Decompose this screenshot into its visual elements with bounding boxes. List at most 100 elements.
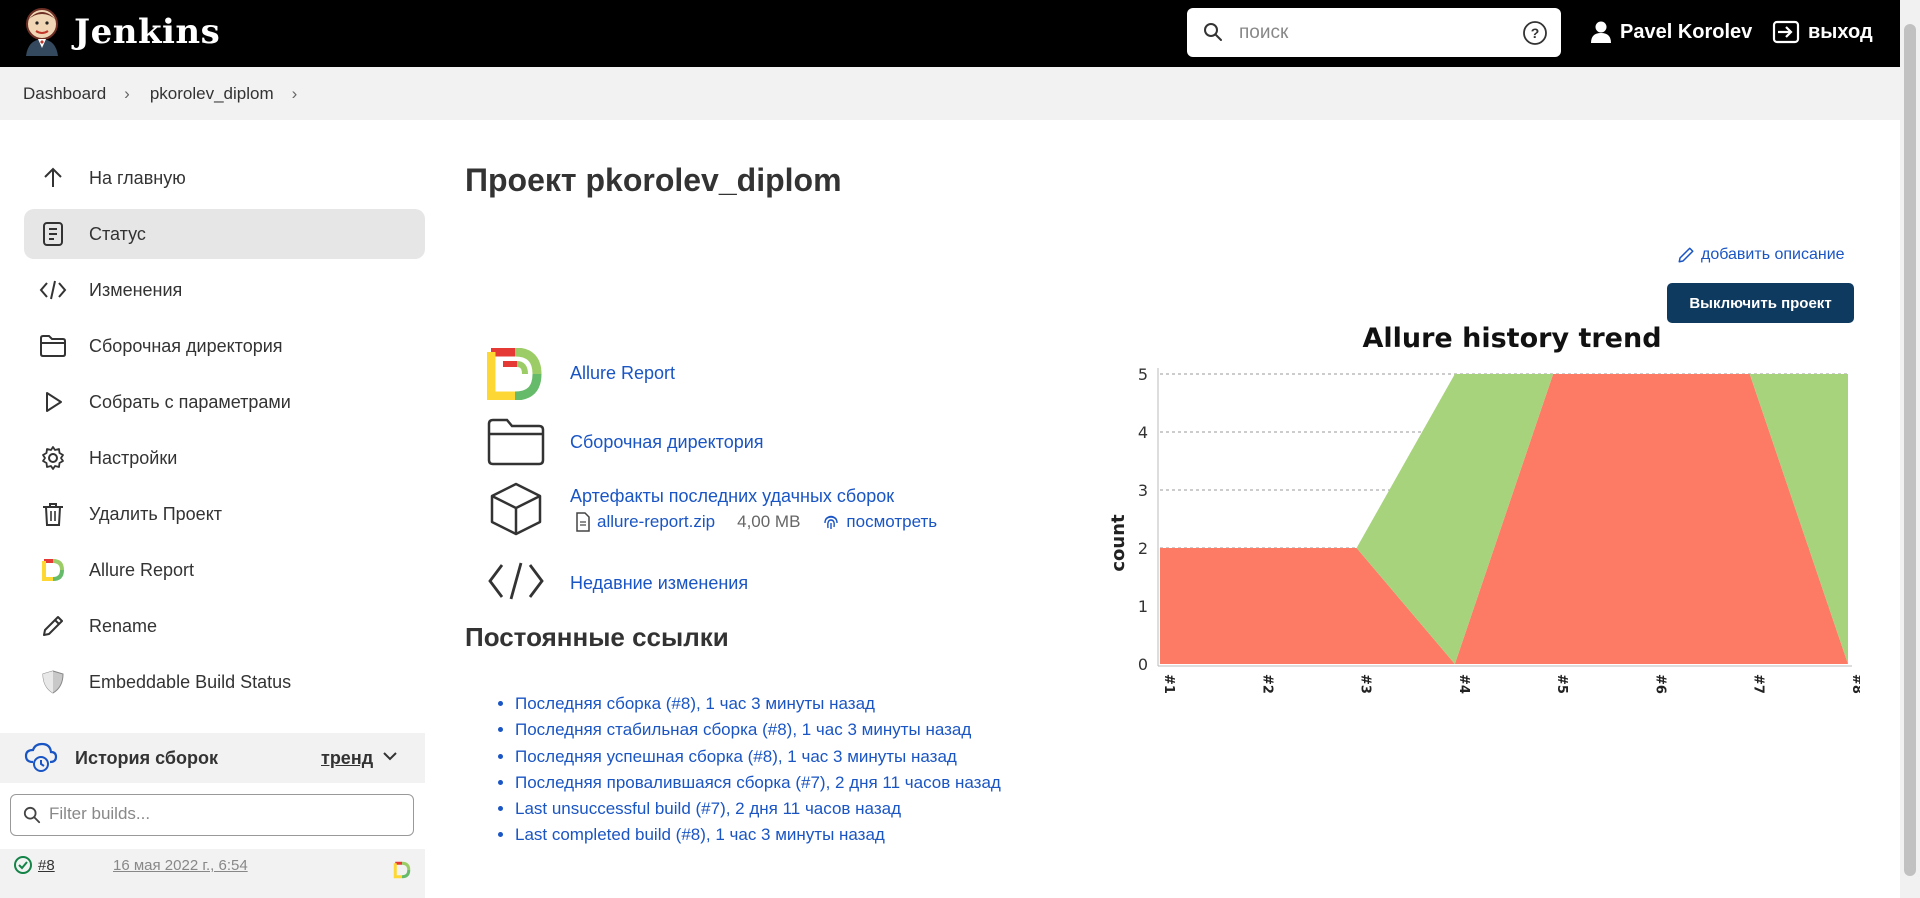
pencil-icon <box>1678 247 1694 263</box>
trash-icon <box>38 499 68 529</box>
sidebar-item-label: Изменения <box>89 279 183 300</box>
chart-y-tick-label: 5 <box>1138 365 1148 384</box>
chart-x-tick-label: #4 <box>1456 674 1471 694</box>
permalink-item[interactable]: Последняя стабильная сборка (#8), 1 час … <box>515 717 1001 743</box>
sidebar-item-label: Allure Report <box>89 559 195 580</box>
sidebar-item-label: Удалить Проект <box>89 503 223 524</box>
code-icon[interactable] <box>487 561 545 601</box>
chart-x-tick-label: #2 <box>1259 674 1274 694</box>
add-description-label: добавить описание <box>1701 246 1845 263</box>
allure-history-trend-chart[interactable]: Allure history trend 0 1 2 3 4 5 #1 #2 #3 #4 #5 #6 #7… <box>1100 318 1860 710</box>
build-date-link[interactable]: 16 мая 2022 г., 6:54 <box>113 857 248 874</box>
top-header: Jenkins ? Pavel Korolev выход <box>0 0 1900 67</box>
chart-y-tick-label: 2 <box>1138 539 1148 558</box>
jenkins-butler-icon <box>26 8 58 56</box>
chart-y-tick-label: 1 <box>1138 597 1148 616</box>
allure-report-link[interactable]: Allure Report <box>570 363 675 384</box>
sidebar-item-label: Статус <box>89 223 146 244</box>
logout-icon <box>1772 20 1800 44</box>
last-successful-artifacts-link[interactable]: Артефакты последних удачных сборок <box>570 486 894 507</box>
arrow-up-icon <box>38 163 68 193</box>
permalink-item[interactable]: Последняя успешная сборка (#8), 1 час 3 … <box>515 744 1001 770</box>
permalink-item[interactable]: Последняя сборка (#8), 1 час 3 минуты на… <box>515 691 1001 717</box>
package-icon[interactable] <box>489 481 543 537</box>
permalink-item[interactable]: Last completed build (#8), 1 час 3 минут… <box>515 822 1001 848</box>
sidebar-item-status[interactable]: Статус <box>24 209 425 259</box>
filter-builds-input[interactable] <box>49 804 399 824</box>
add-description-link[interactable]: добавить описание <box>1677 246 1845 264</box>
sidebar-item-label: Сборочная директория <box>89 335 283 356</box>
search-box[interactable]: ? <box>1187 8 1561 57</box>
permalinks-list: Последняя сборка (#8), 1 час 3 минуты на… <box>515 691 1001 849</box>
shield-icon <box>38 667 68 697</box>
chart-x-tick-label: #1 <box>1161 674 1176 694</box>
chevron-right-icon[interactable]: › <box>124 84 130 104</box>
disable-project-button[interactable]: Выключить проект <box>1667 283 1854 323</box>
sidebar-item-home[interactable]: На главную <box>24 153 425 203</box>
app-name: Jenkins <box>74 12 221 52</box>
logout-label: выход <box>1808 20 1873 43</box>
breadcrumb-dashboard[interactable]: Dashboard <box>23 84 106 104</box>
page-title: Проект pkorolev_diplom <box>465 162 842 198</box>
search-icon <box>1204 23 1222 41</box>
chart-x-tick-label: #5 <box>1554 674 1569 694</box>
workspace-link[interactable]: Сборочная директория <box>570 432 764 453</box>
search-icon <box>23 806 41 824</box>
scrollbar-thumb[interactable] <box>1904 24 1916 876</box>
sidebar-item-allure[interactable]: Allure Report <box>24 545 425 595</box>
sidebar-item-rename[interactable]: Rename <box>24 601 425 651</box>
artifact-file-link[interactable]: allure-report.zip <box>597 512 715 532</box>
breadcrumb-project[interactable]: pkorolev_diplom <box>150 84 274 104</box>
breadcrumb: Dashboard › pkorolev_diplom › <box>0 67 1900 120</box>
chart-y-axis-label: count <box>1108 514 1129 572</box>
sidebar: На главную Статус Изменения Сборочная ди… <box>0 120 425 898</box>
build-number-link[interactable]: #8 <box>38 857 55 874</box>
chart-x-tick-label: #8 <box>1849 674 1860 694</box>
svg-text:?: ? <box>1531 25 1540 41</box>
sidebar-item-label: Собрать с параметрами <box>89 391 291 412</box>
fingerprint-icon[interactable] <box>822 513 840 531</box>
sidebar-item-settings[interactable]: Настройки <box>24 433 425 483</box>
build-history-header: История сборок тренд <box>0 733 425 783</box>
pencil-icon <box>38 611 68 641</box>
allure-icon[interactable] <box>393 861 411 879</box>
sidebar-item-delete[interactable]: Удалить Проект <box>24 489 425 539</box>
chart-y-tick-label: 0 <box>1138 655 1148 674</box>
folder-icon[interactable] <box>487 418 545 466</box>
allure-icon[interactable] <box>487 348 543 400</box>
chart-x-tick-label: #7 <box>1751 674 1766 694</box>
user-name: Pavel Korolev <box>1620 20 1753 43</box>
jenkins-logo[interactable]: Jenkins <box>22 6 220 58</box>
chart-y-tick-label: 4 <box>1138 423 1148 442</box>
sidebar-item-label: Rename <box>89 615 158 636</box>
recent-changes-link[interactable]: Недавние изменения <box>570 573 748 594</box>
sidebar-item-label: На главную <box>89 167 186 188</box>
sidebar-item-build-with-params[interactable]: Собрать с параметрами <box>24 377 425 427</box>
chart-x-tick-label: #6 <box>1652 674 1667 694</box>
filter-builds-box[interactable] <box>10 794 414 836</box>
permalink-item[interactable]: Последняя провалившаяся сборка (#7), 2 д… <box>515 770 1001 796</box>
sidebar-item-changes[interactable]: Изменения <box>24 265 425 315</box>
search-input[interactable] <box>1239 20 1499 46</box>
chart-title: Allure history trend <box>1362 323 1661 354</box>
vertical-scrollbar[interactable] <box>1900 0 1920 898</box>
artifact-view-link[interactable]: посмотреть <box>846 512 937 532</box>
trend-link[interactable]: тренд <box>321 748 373 769</box>
user-menu[interactable]: Pavel Korolev <box>1590 20 1752 44</box>
chevron-down-icon[interactable] <box>382 750 398 762</box>
allure-icon <box>38 555 68 585</box>
help-icon[interactable]: ? <box>1522 20 1548 46</box>
permalink-item[interactable]: Last unsuccessful build (#7), 2 дня 11 ч… <box>515 796 1001 822</box>
sidebar-item-embeddable-status[interactable]: Embeddable Build Status <box>24 657 425 707</box>
sidebar-item-workspace[interactable]: Сборочная директория <box>24 321 425 371</box>
gear-icon <box>38 443 68 473</box>
build-row: #8 16 мая 2022 г., 6:54 <box>0 849 425 898</box>
chevron-right-icon[interactable]: › <box>292 84 298 104</box>
artifact-row: allure-report.zip 4,00 MB посмотреть <box>575 512 937 532</box>
success-check-icon <box>14 856 32 874</box>
user-icon <box>1591 21 1611 43</box>
code-icon <box>38 275 68 305</box>
sidebar-item-label: Embeddable Build Status <box>89 671 292 692</box>
logout-link[interactable]: выход <box>1772 20 1873 44</box>
chart-y-tick-label: 3 <box>1138 481 1148 500</box>
